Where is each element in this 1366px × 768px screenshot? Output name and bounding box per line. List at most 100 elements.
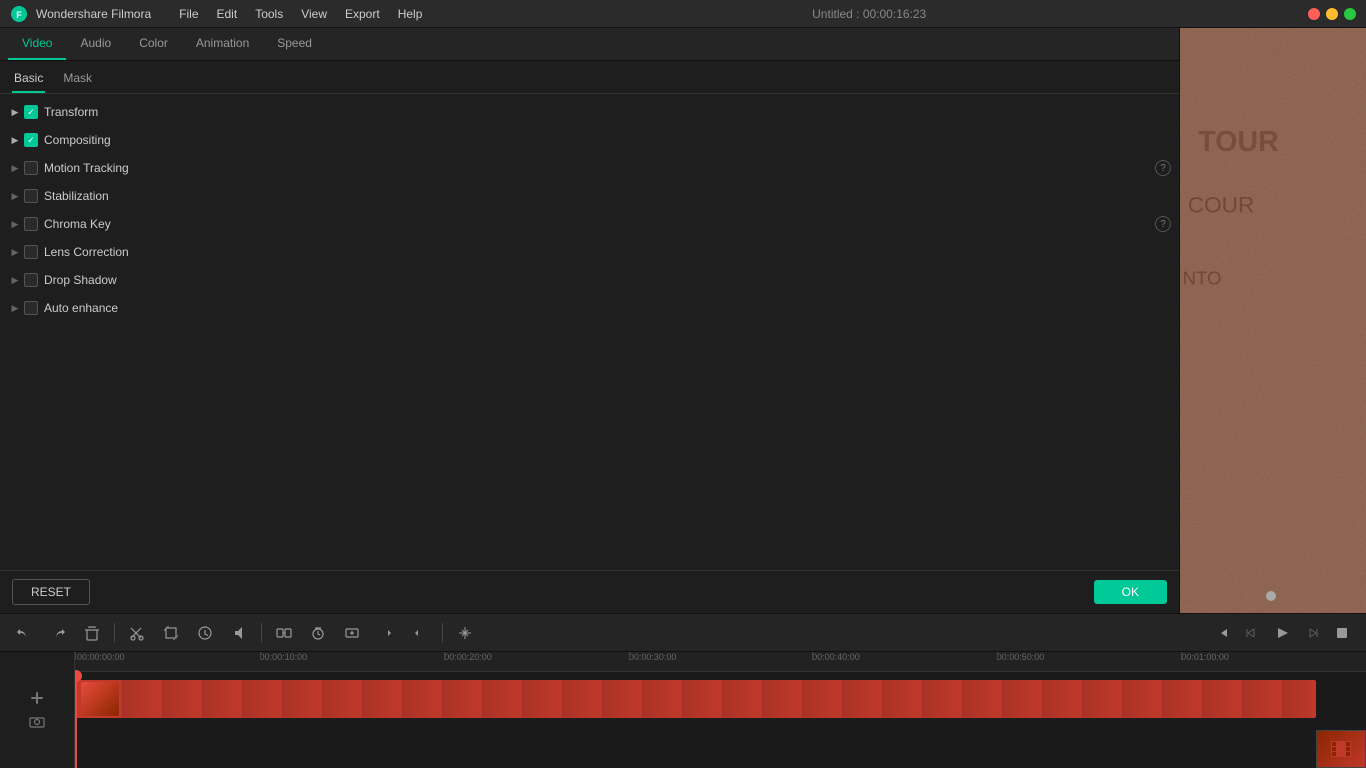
- prop-label-chroma-key: Chroma Key: [44, 217, 1155, 231]
- menu-tools[interactable]: Tools: [247, 5, 291, 23]
- next-frame-button[interactable]: [1298, 619, 1326, 647]
- ruler-mark-4: 00:00:40:00: [812, 652, 860, 662]
- prop-row-compositing[interactable]: ▶ Compositing: [0, 126, 1179, 154]
- toolbar-separator-3: [442, 623, 443, 643]
- ruler-tick-6: [1181, 652, 1182, 660]
- expand-lens-correction-icon[interactable]: ▶: [8, 245, 22, 259]
- timeline-add-track-icon[interactable]: [27, 688, 47, 708]
- app-name: Wondershare Filmora: [36, 7, 151, 21]
- redo-button[interactable]: [44, 619, 72, 647]
- crop-button[interactable]: [157, 619, 185, 647]
- playhead[interactable]: [75, 672, 77, 768]
- track-frames: [121, 680, 1312, 718]
- undo-button[interactable]: [10, 619, 38, 647]
- app-logo-icon: F: [10, 5, 28, 23]
- thumbnail-content: [1317, 731, 1365, 767]
- toolbar-separator-2: [261, 623, 262, 643]
- timeline-main: 00:00:00:00 00:00:10:00 00:00:20:00 00:0…: [75, 652, 1366, 768]
- step-back-button[interactable]: [1208, 619, 1236, 647]
- toolbar-separator-1: [114, 623, 115, 643]
- main-layout: Video Audio Color Animation Speed Basic …: [0, 28, 1366, 768]
- preview-panel: TOUR COUR NTO: [1180, 28, 1366, 613]
- preview-texture: TOUR COUR NTO: [1180, 28, 1366, 613]
- prop-row-chroma-key[interactable]: ▶ Chroma Key ?: [0, 210, 1179, 238]
- ruler-mark-6: 00:01:00:00: [1181, 652, 1229, 662]
- prev-frame-button[interactable]: [1238, 619, 1266, 647]
- duration-button[interactable]: [304, 619, 332, 647]
- tab-speed[interactable]: Speed: [263, 28, 326, 60]
- expand-drop-shadow-icon[interactable]: ▶: [8, 273, 22, 287]
- expand-transform-icon[interactable]: ▶: [8, 105, 22, 119]
- expand-auto-enhance-icon[interactable]: ▶: [8, 301, 22, 315]
- panel-bottom: RESET OK: [0, 570, 1179, 613]
- checkbox-lens-correction[interactable]: [24, 245, 38, 259]
- close-icon[interactable]: [1308, 8, 1320, 20]
- expand-compositing-icon[interactable]: ▶: [8, 133, 22, 147]
- help-motion-tracking-icon[interactable]: ?: [1155, 160, 1171, 176]
- checkbox-stabilization[interactable]: [24, 189, 38, 203]
- tab-color[interactable]: Color: [125, 28, 182, 60]
- menu-edit[interactable]: Edit: [209, 5, 246, 23]
- ruler-tick-0: [75, 652, 76, 660]
- audio-button[interactable]: [225, 619, 253, 647]
- preview-canvas: TOUR COUR NTO: [1180, 28, 1366, 613]
- prop-row-drop-shadow[interactable]: ▶ Drop Shadow: [0, 266, 1179, 294]
- stop-button[interactable]: [1328, 619, 1356, 647]
- menu-file[interactable]: File: [171, 5, 206, 23]
- prop-row-lens-correction[interactable]: ▶ Lens Correction: [0, 238, 1179, 266]
- help-chroma-key-icon[interactable]: ?: [1155, 216, 1171, 232]
- prop-label-transform: Transform: [44, 105, 1171, 119]
- prop-label-auto-enhance: Auto enhance: [44, 301, 1171, 315]
- expand-chroma-key-icon[interactable]: ▶: [8, 217, 22, 231]
- checkbox-auto-enhance[interactable]: [24, 301, 38, 315]
- menu-help[interactable]: Help: [390, 5, 431, 23]
- maximize-icon[interactable]: [1344, 8, 1356, 20]
- subtab-basic[interactable]: Basic: [12, 67, 45, 93]
- tab-animation[interactable]: Animation: [182, 28, 263, 60]
- window-controls: [1308, 8, 1356, 20]
- zoom-button[interactable]: [338, 619, 366, 647]
- checkbox-drop-shadow[interactable]: [24, 273, 38, 287]
- prop-row-stabilization[interactable]: ▶ Stabilization: [0, 182, 1179, 210]
- checkbox-transform[interactable]: [24, 105, 38, 119]
- mark-out-button[interactable]: [406, 619, 434, 647]
- tab-video[interactable]: Video: [8, 28, 66, 60]
- prop-label-drop-shadow: Drop Shadow: [44, 273, 1171, 287]
- expand-motion-tracking-icon[interactable]: ▶: [8, 161, 22, 175]
- checkbox-compositing[interactable]: [24, 133, 38, 147]
- subtab-mask[interactable]: Mask: [61, 67, 94, 93]
- menu-view[interactable]: View: [293, 5, 335, 23]
- panel-tabs: Video Audio Color Animation Speed: [0, 28, 1179, 61]
- checkbox-chroma-key[interactable]: [24, 217, 38, 231]
- ruler-container: 00:00:00:00 00:00:10:00 00:00:20:00 00:0…: [75, 652, 1366, 671]
- cut-button[interactable]: [123, 619, 151, 647]
- checkbox-motion-tracking[interactable]: [24, 161, 38, 175]
- tab-audio[interactable]: Audio: [66, 28, 125, 60]
- speed-button[interactable]: [191, 619, 219, 647]
- reset-button[interactable]: RESET: [12, 579, 90, 605]
- preview-timeline-controls: [1266, 591, 1280, 601]
- track-thumbnail: [81, 682, 119, 716]
- prop-row-motion-tracking[interactable]: ▶ Motion Tracking ?: [0, 154, 1179, 182]
- minimize-icon[interactable]: [1326, 8, 1338, 20]
- play-button[interactable]: [1268, 619, 1296, 647]
- mark-in-button[interactable]: [372, 619, 400, 647]
- split-button[interactable]: [270, 619, 298, 647]
- menu-export[interactable]: Export: [337, 5, 388, 23]
- preview-dot-icon[interactable]: [1266, 591, 1276, 601]
- video-track[interactable]: [75, 680, 1316, 718]
- properties-panel: Video Audio Color Animation Speed Basic …: [0, 28, 1180, 613]
- prop-row-transform[interactable]: ▶ Transform: [0, 98, 1179, 126]
- timeline-content: 00:00:00:00 00:00:10:00 00:00:20:00 00:0…: [0, 652, 1366, 768]
- ruler-mark-3: 00:00:30:00: [629, 652, 677, 662]
- prop-label-lens-correction: Lens Correction: [44, 245, 1171, 259]
- ruler-tick-5: [997, 652, 998, 660]
- timeline-camera-icon[interactable]: [27, 712, 47, 732]
- snap-button[interactable]: [451, 619, 479, 647]
- ok-button[interactable]: OK: [1094, 580, 1167, 604]
- expand-stabilization-icon[interactable]: ▶: [8, 189, 22, 203]
- delete-button[interactable]: [78, 619, 106, 647]
- title-bar-left: F Wondershare Filmora File Edit Tools Vi…: [10, 5, 430, 23]
- timeline-left-panel: [0, 652, 75, 768]
- prop-row-auto-enhance[interactable]: ▶ Auto enhance: [0, 294, 1179, 322]
